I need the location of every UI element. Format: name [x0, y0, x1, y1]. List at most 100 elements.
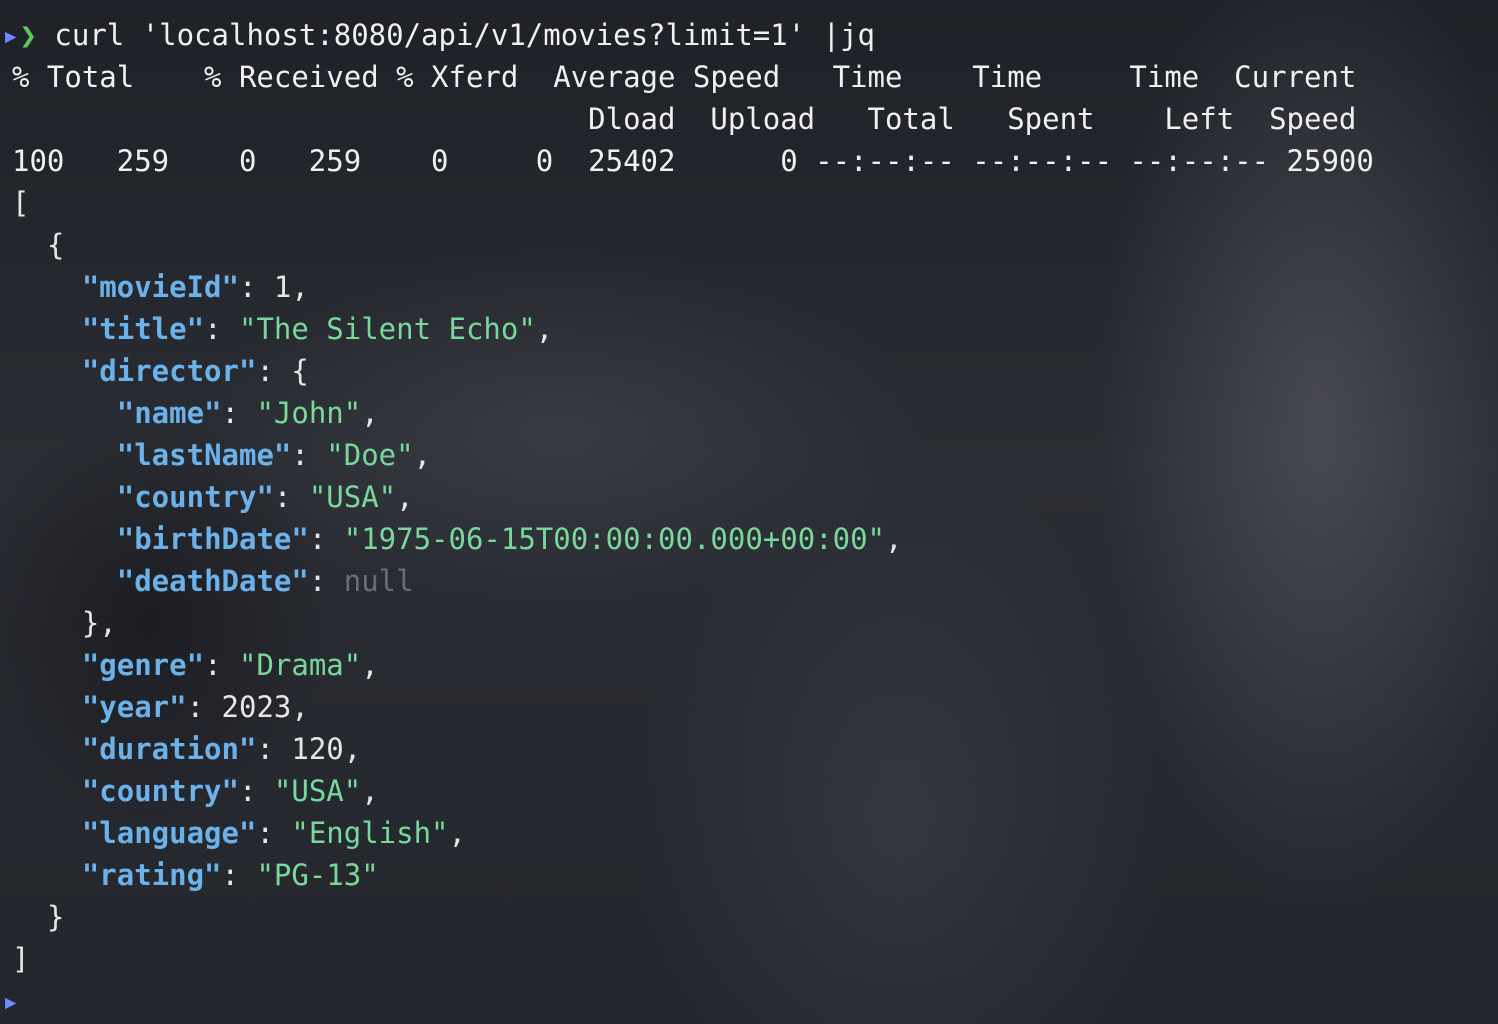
json-suffix: , [343, 732, 362, 766]
json-suffix: , [535, 312, 554, 346]
json-colon: : [186, 690, 222, 724]
json-value: "English" [291, 816, 449, 850]
director-field-line: "birthDate": "1975-06-15T00:00:00.000+00… [12, 518, 903, 560]
json-open-object: { [12, 224, 64, 266]
json-value: "John" [256, 396, 362, 430]
json-key: "name" [116, 396, 222, 430]
json-close-director: }, [12, 602, 117, 644]
curl-progress-header-2: Dload Upload Total Spent Left Speed [12, 98, 1356, 140]
director-field-line: "lastName": "Doe", [12, 434, 431, 476]
json-suffix: , [396, 480, 414, 514]
json-key: "genre" [81, 648, 205, 682]
movie-field-line: "rating": "PG-13" [12, 854, 379, 896]
json-colon: : [256, 732, 292, 766]
json-open-array: [ [12, 186, 30, 220]
terminal-window[interactable]: ▸❯ curl 'localhost:8080/api/v1/movies?li… [0, 0, 1498, 1024]
json-colon: : [238, 270, 274, 304]
prompt-chevron-icon: ▸ [2, 18, 20, 52]
json-key: "country" [81, 774, 239, 808]
json-close-array: ] [12, 942, 30, 976]
json-colon: : [291, 438, 327, 472]
json-colon: : [308, 522, 344, 556]
movie-field-line: "movieId": 1, [12, 266, 309, 308]
json-key: "deathDate" [116, 564, 309, 598]
json-value: { [291, 354, 309, 388]
json-colon: : [221, 858, 257, 892]
json-key: "rating" [81, 858, 222, 892]
json-key: "director" [81, 354, 257, 388]
json-colon: : [238, 774, 274, 808]
json-suffix: , [291, 690, 309, 724]
prompt-symbol: ❯ [19, 18, 37, 52]
json-key: "country" [116, 480, 274, 514]
json-close-director-brace: }, [81, 606, 117, 640]
json-value: "PG-13" [256, 858, 379, 892]
next-prompt-line[interactable]: ▸ [2, 980, 19, 1022]
json-value: "1975-06-15T00:00:00.000+00:00" [343, 522, 885, 556]
json-value: "Doe" [326, 438, 414, 472]
json-close-object: } [12, 896, 64, 938]
curl-values-text: 100 259 0 259 0 0 25402 0 --:--:-- --:--… [12, 144, 1374, 178]
json-key: "duration" [81, 732, 257, 766]
json-key: "movieId" [81, 270, 239, 304]
director-field-line: "country": "USA", [12, 476, 414, 518]
json-suffix: , [885, 522, 903, 556]
json-value: 2023 [221, 690, 292, 724]
json-value: "The Silent Echo" [238, 312, 536, 346]
json-value: "USA" [273, 774, 362, 808]
curl-header-1-text: % Total % Received % Xferd Average Speed… [12, 60, 1357, 94]
json-key: "year" [81, 690, 187, 724]
json-suffix: , [291, 270, 309, 304]
json-key: "language" [81, 816, 257, 850]
json-value: 120 [291, 732, 344, 766]
movie-field-line: "year": 2023, [12, 686, 309, 728]
movie-field-line: "title": "The Silent Echo", [12, 308, 553, 350]
json-value: "USA" [308, 480, 397, 514]
json-suffix: , [448, 816, 466, 850]
movie-field-line: "duration": 120, [12, 728, 361, 770]
curl-progress-header-1: % Total % Received % Xferd Average Speed… [12, 56, 1356, 98]
json-colon: : [204, 648, 239, 682]
json-suffix: , [361, 648, 379, 682]
movie-field-line: "country": "USA", [12, 770, 379, 812]
json-close-brace: } [46, 900, 65, 934]
json-value: null [343, 564, 414, 598]
json-suffix: , [361, 774, 379, 808]
json-key: "title" [81, 312, 205, 346]
json-colon: : [273, 480, 309, 514]
json-colon: : [256, 354, 292, 388]
json-value: 1 [273, 270, 292, 304]
json-suffix: , [413, 438, 432, 472]
director-field-line: "deathDate": null [12, 560, 414, 602]
command-line: ▸❯ curl 'localhost:8080/api/v1/movies?li… [2, 14, 875, 56]
json-value: "Drama" [238, 648, 362, 682]
json-colon: : [308, 564, 344, 598]
json-colon: : [221, 396, 257, 430]
curl-header-2-text: Dload Upload Total Spent Left Speed [12, 102, 1357, 136]
json-open-brace: { [46, 228, 65, 262]
movie-field-line: "director": { [12, 350, 309, 392]
json-key: "lastName" [116, 438, 292, 472]
json-colon: : [256, 816, 292, 850]
next-prompt-chevron-icon: ▸ [2, 984, 20, 1018]
curl-progress-values: 100 259 0 259 0 0 25402 0 --:--:-- --:--… [12, 140, 1374, 182]
json-key: "birthDate" [116, 522, 309, 556]
json-suffix: , [361, 396, 379, 430]
movie-field-line: "genre": "Drama", [12, 644, 379, 686]
director-field-line: "name": "John", [12, 392, 379, 434]
command-text: curl 'localhost:8080/api/v1/movies?limit… [54, 18, 876, 52]
